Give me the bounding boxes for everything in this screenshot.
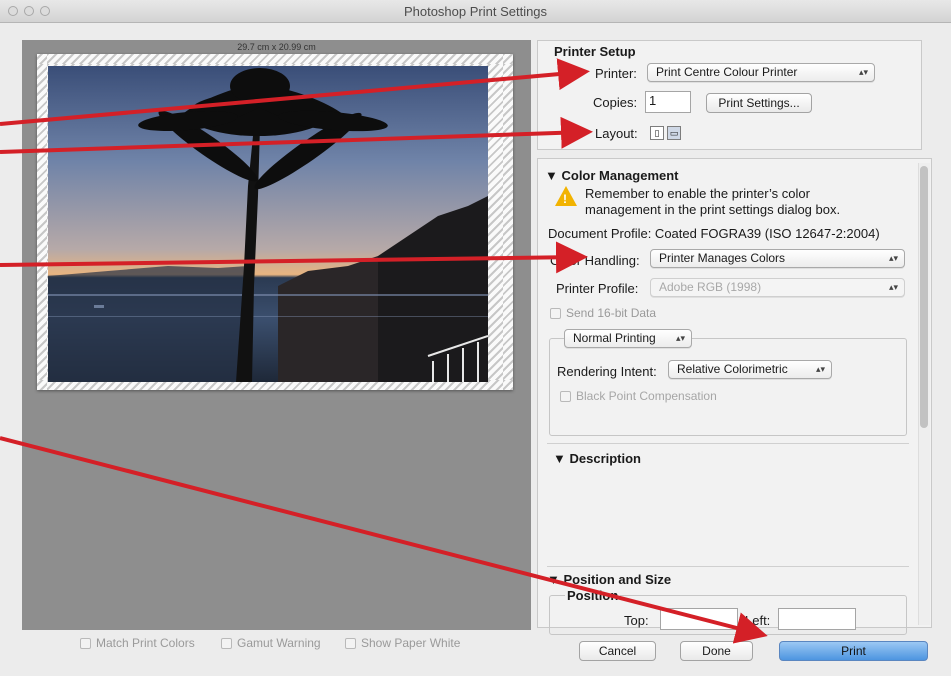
checkbox-box	[560, 390, 571, 402]
checkbox-box[interactable]	[221, 637, 232, 649]
print-settings-window: Photoshop Print Settings 29.7 cm x 20.99…	[0, 0, 951, 676]
printer-popup[interactable]: Print Centre Colour Printer ▴▾	[647, 63, 875, 82]
layout-label: Layout:	[595, 126, 638, 141]
black-point-checkbox: Black Point Compensation	[560, 389, 717, 403]
cancel-button[interactable]: Cancel	[579, 641, 656, 661]
rendering-intent-popup[interactable]: Relative Colorimetric ▴▾	[668, 360, 832, 379]
color-handling-popup[interactable]: Printer Manages Colors ▴▾	[650, 249, 905, 268]
printer-profile-popup: Adobe RGB (1998) ▴▾	[650, 278, 905, 297]
paper-dimensions: 29.7 cm x 20.99 cm	[237, 42, 316, 52]
done-button[interactable]: Done	[680, 641, 753, 661]
printing-mode-popup[interactable]: Normal Printing ▴▾	[564, 329, 692, 348]
left-field[interactable]	[778, 608, 856, 630]
document-profile: Document Profile: Coated FOGRA39 (ISO 12…	[548, 226, 880, 241]
section-divider	[547, 443, 909, 444]
scrollbar-thumb[interactable]	[920, 166, 928, 428]
warning-exclamation: !	[563, 192, 567, 206]
preview-photo[interactable]	[48, 66, 488, 382]
disclosure-triangle-icon[interactable]: ▼	[545, 168, 561, 183]
disclosure-triangle-icon[interactable]: ▼	[547, 572, 563, 587]
show-paper-white-label: Show Paper White	[361, 636, 461, 650]
printing-mode-value: Normal Printing	[573, 331, 656, 345]
warning-line-1: Remember to enable the printer’s color	[585, 186, 810, 201]
copies-label: Copies:	[593, 95, 638, 110]
warning-line-2: management in the print settings dialog …	[585, 202, 841, 217]
section-divider	[547, 566, 909, 567]
print-settings-button[interactable]: Print Settings...	[706, 93, 812, 113]
match-print-colors-checkbox[interactable]: Match Print Colors	[80, 636, 195, 650]
send-16bit-checkbox: Send 16-bit Data	[550, 306, 656, 320]
black-point-label: Black Point Compensation	[576, 389, 717, 403]
rendering-intent-label: Rendering Intent:	[557, 364, 657, 379]
print-button[interactable]: Print	[779, 641, 928, 661]
popup-arrows-icon: ▴▾	[888, 253, 898, 263]
disclosure-triangle-icon[interactable]: ▼	[553, 451, 569, 466]
show-paper-white-checkbox[interactable]: Show Paper White	[345, 636, 460, 650]
portrait-layout-icon[interactable]: ▯	[650, 126, 664, 140]
left-label: Left:	[745, 613, 771, 628]
color-management-title: Color Management	[561, 168, 679, 183]
match-print-colors-label: Match Print Colors	[96, 636, 195, 650]
position-size-title: Position and Size	[563, 572, 672, 587]
printer-profile-label: Printer Profile:	[556, 281, 639, 296]
printer-profile-value: Adobe RGB (1998)	[659, 280, 762, 294]
window-title: Photoshop Print Settings	[403, 4, 548, 19]
checkbox-box[interactable]	[345, 637, 356, 649]
printer-value: Print Centre Colour Printer	[656, 65, 798, 79]
color-handling-value: Printer Manages Colors	[659, 251, 786, 265]
gamut-warning-label: Gamut Warning	[237, 636, 321, 650]
description-heading[interactable]: ▼ Description	[553, 451, 641, 466]
top-field[interactable]	[660, 608, 738, 630]
printer-setup-heading: Printer Setup	[554, 44, 636, 59]
checkbox-box[interactable]	[80, 637, 91, 649]
position-label: Position	[565, 588, 621, 603]
popup-arrows-icon: ▴▾	[888, 282, 898, 292]
copies-field[interactable]: 1	[645, 91, 691, 113]
checkbox-box	[550, 307, 561, 319]
rendering-group-box	[549, 338, 907, 436]
rendering-intent-value: Relative Colorimetric	[677, 362, 788, 376]
landscape-layout-icon[interactable]: ▭	[667, 126, 681, 140]
popup-arrows-icon: ▴▾	[815, 364, 825, 374]
send-16bit-label: Send 16-bit Data	[566, 306, 657, 320]
gamut-warning-checkbox[interactable]: Gamut Warning	[221, 636, 321, 650]
color-management-heading[interactable]: ▼ Color Management	[545, 168, 679, 183]
position-size-heading[interactable]: ▼ Position and Size	[547, 572, 671, 587]
description-title: Description	[569, 451, 641, 466]
printer-label: Printer:	[595, 66, 637, 81]
popup-arrows-icon: ▴▾	[858, 67, 868, 77]
top-label: Top:	[624, 613, 649, 628]
color-handling-label: Color Handling:	[550, 253, 640, 268]
title-bar: Photoshop Print Settings	[0, 0, 951, 23]
popup-arrows-icon: ▴▾	[675, 333, 685, 343]
